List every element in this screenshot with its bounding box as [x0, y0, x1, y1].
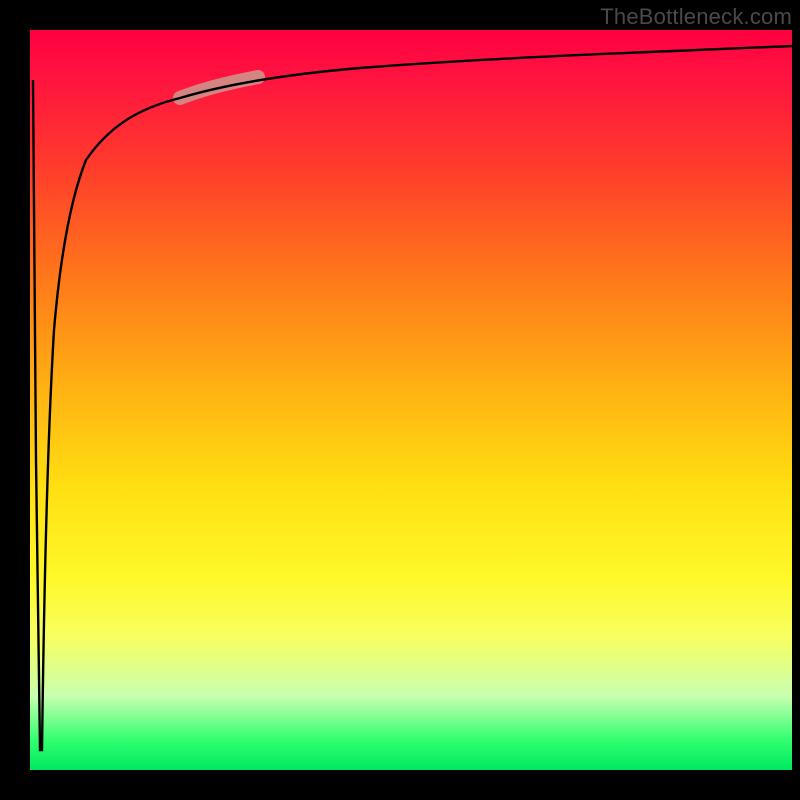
- bottleneck-curve: [33, 46, 792, 750]
- attribution-text: TheBottleneck.com: [600, 4, 792, 30]
- chart-container: TheBottleneck.com: [0, 0, 800, 800]
- curve-layer: [30, 30, 792, 770]
- plot-area: [30, 30, 792, 770]
